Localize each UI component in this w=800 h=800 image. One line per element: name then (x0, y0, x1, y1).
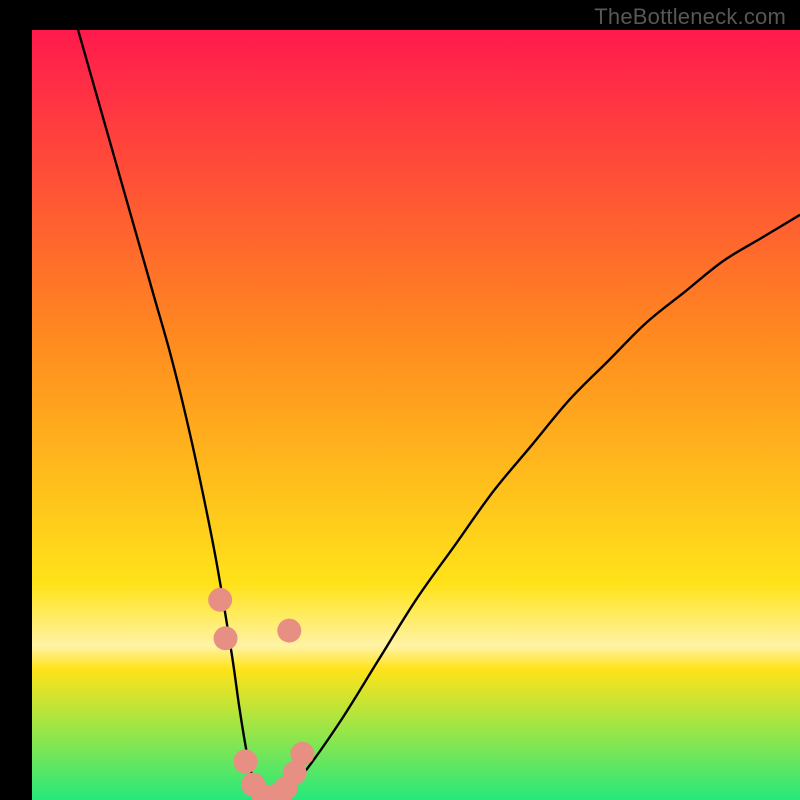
data-marker (277, 619, 301, 643)
chart-stage: TheBottleneck.com (0, 0, 800, 800)
plot-background (32, 30, 800, 800)
chart-svg (0, 0, 800, 800)
data-marker (290, 742, 314, 766)
data-marker (214, 626, 238, 650)
data-marker (234, 750, 258, 774)
data-marker (208, 588, 232, 612)
